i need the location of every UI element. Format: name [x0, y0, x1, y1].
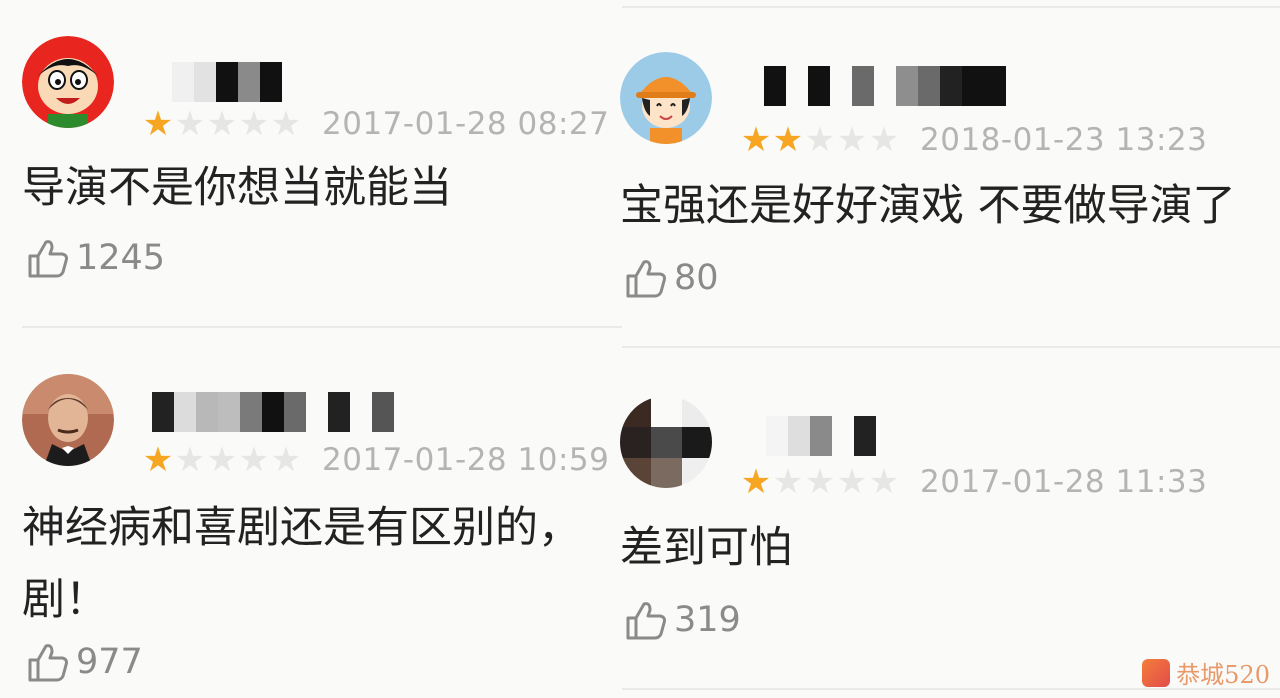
- review-date: 2017-01-28 11:33: [920, 464, 1208, 500]
- star-empty-icon: ★: [238, 104, 270, 144]
- star-empty-icon: ★: [174, 440, 206, 480]
- star-filled-icon: ★: [740, 462, 772, 502]
- star-empty-icon: ★: [868, 462, 900, 502]
- star-empty-icon: ★: [772, 462, 804, 502]
- star-rating: ★ ★ ★ ★ ★: [142, 107, 302, 141]
- like-count: 319: [674, 600, 741, 640]
- like-button[interactable]: 80: [624, 256, 719, 300]
- watermark: 恭城520: [1142, 655, 1270, 690]
- star-empty-icon: ★: [868, 120, 900, 160]
- review-date: 2017-01-28 10:59: [322, 442, 610, 478]
- review-date: 2018-01-23 13:23: [920, 122, 1208, 158]
- cartoon-boy-avatar-icon[interactable]: [22, 36, 114, 128]
- star-empty-icon: ★: [270, 104, 302, 144]
- username-blurred[interactable]: [766, 416, 876, 456]
- site-logo-icon: [1142, 658, 1171, 687]
- like-count: 1245: [76, 238, 166, 278]
- star-filled-icon: ★: [740, 120, 772, 160]
- thumbs-up-icon: [626, 260, 666, 298]
- star-rating: ★ ★ ★ ★ ★: [142, 443, 302, 477]
- username-blurred[interactable]: [764, 66, 1006, 106]
- cartoon-girl-hardhat-avatar-icon[interactable]: [620, 52, 712, 144]
- like-button[interactable]: 1245: [26, 236, 165, 280]
- star-empty-icon: ★: [206, 104, 238, 144]
- star-empty-icon: ★: [836, 462, 868, 502]
- divider: [622, 346, 1280, 348]
- star-empty-icon: ★: [804, 120, 836, 160]
- watermark-text: 恭城520: [1176, 661, 1270, 689]
- review-comment: 宝强还是好好演戏 不要做导演了: [620, 181, 1236, 231]
- star-filled-icon: ★: [772, 120, 804, 160]
- star-empty-icon: ★: [206, 440, 238, 480]
- star-empty-icon: ★: [836, 120, 868, 160]
- star-empty-icon: ★: [270, 440, 302, 480]
- rating-row: ★ ★ ★ ★ ★ 2017-01-28 10:59: [142, 442, 609, 478]
- review-comment: 神经病和喜剧还是有区别的， 剧！: [22, 503, 581, 625]
- rating-row: ★ ★ ★ ★ ★ 2017-01-28 11:33: [740, 464, 1207, 500]
- star-rating: ★ ★ ★ ★ ★: [740, 123, 900, 157]
- star-rating: ★ ★ ★ ★ ★: [740, 465, 900, 499]
- thumbs-up-icon: [626, 602, 666, 640]
- username-blurred[interactable]: [172, 62, 282, 102]
- man-photo-avatar-icon[interactable]: [22, 374, 114, 466]
- like-button[interactable]: 977: [26, 640, 143, 684]
- like-count: 80: [674, 258, 719, 298]
- rating-row: ★ ★ ★ ★ ★ 2018-01-23 13:23: [740, 122, 1207, 158]
- star-filled-icon: ★: [142, 440, 174, 480]
- thumbs-up-icon: [28, 240, 68, 278]
- thumbs-up-icon: [28, 644, 68, 682]
- like-button[interactable]: 319: [624, 598, 741, 642]
- username-blurred[interactable]: [152, 392, 394, 432]
- star-filled-icon: ★: [142, 104, 174, 144]
- rating-row: ★ ★ ★ ★ ★ 2017-01-28 08:27: [142, 106, 609, 142]
- review-comment: 导演不是你想当就能当: [22, 163, 452, 213]
- divider: [22, 326, 622, 328]
- review-date: 2017-01-28 08:27: [322, 106, 610, 142]
- star-empty-icon: ★: [238, 440, 270, 480]
- review-screenshot: ★ ★ ★ ★ ★ 2017-01-28 08:27 导演不是你想当就能当 1245: [0, 0, 1280, 698]
- star-empty-icon: ★: [804, 462, 836, 502]
- divider: [622, 6, 1280, 8]
- star-empty-icon: ★: [174, 104, 206, 144]
- like-count: 977: [76, 642, 143, 682]
- blurred-photo-avatar-icon[interactable]: [620, 396, 712, 488]
- review-comment: 差到可怕: [620, 523, 792, 573]
